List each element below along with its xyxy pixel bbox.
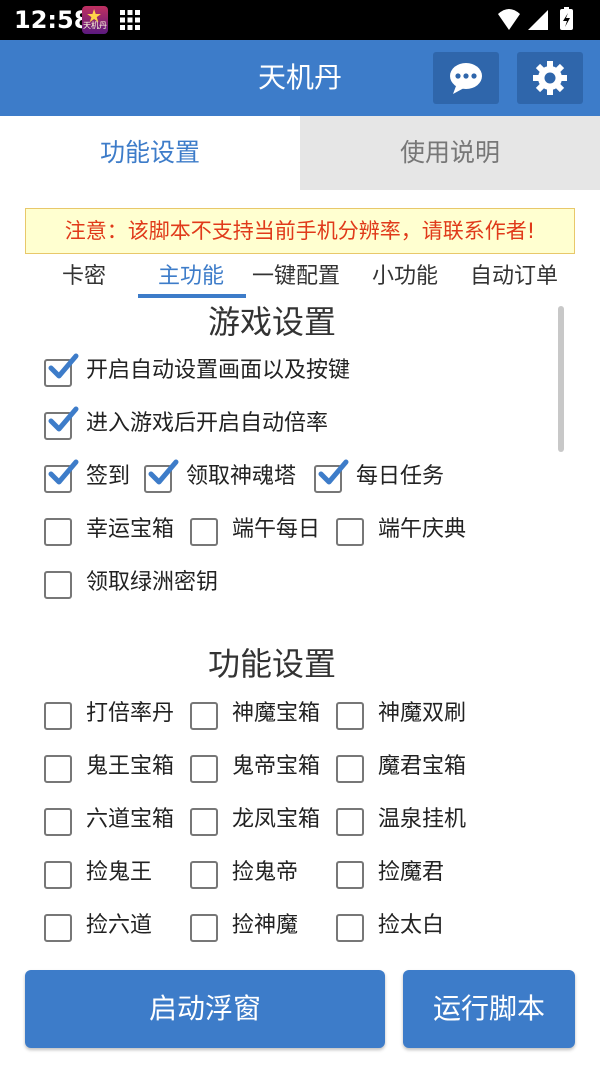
tab-usage-instructions[interactable]: 使用说明: [300, 116, 600, 190]
checkbox-label: 签到: [86, 464, 131, 489]
checkbox-box[interactable]: [336, 518, 364, 546]
checkbox-label: 温泉挂机: [378, 807, 467, 832]
app-bar: 天机丹: [0, 40, 600, 116]
subtab-auto-order[interactable]: 自动订单: [470, 260, 558, 294]
checkbox-box[interactable]: [190, 914, 218, 942]
settings-button[interactable]: [517, 52, 583, 104]
checkbox-label: 进入游戏后开启自动倍率: [86, 411, 329, 436]
subtab-main-function[interactable]: 主功能: [158, 260, 224, 294]
checkbox-label: 鬼王宝箱: [86, 754, 175, 779]
page-title: 天机丹: [257, 61, 342, 94]
status-bar: 12:58 ★ 天机丹: [0, 0, 600, 40]
checkbox-label: 打倍率丹: [86, 701, 175, 726]
subtab-active-indicator: [138, 294, 246, 298]
checkbox-label: 领取绿洲密钥: [86, 570, 219, 595]
checkbox-box[interactable]: [190, 755, 218, 783]
section-title-function-settings: 功能设置: [207, 645, 336, 683]
checkbox-label: 六道宝箱: [86, 807, 175, 832]
checkbox-label: 捡太白: [378, 913, 445, 938]
checkbox-box[interactable]: [190, 808, 218, 836]
checkbox-box[interactable]: [336, 914, 364, 942]
checkbox-box[interactable]: [44, 518, 72, 546]
status-icons: [498, 7, 573, 30]
checkbox-label: 每日任务: [356, 464, 445, 489]
checkbox-label: 魔君宝箱: [378, 754, 467, 779]
sub-tabs: 卡密 主功能 一键配置 小功能 自动订单: [0, 256, 600, 300]
checkbox-box[interactable]: [44, 702, 72, 730]
checkbox-label: 鬼帝宝箱: [232, 754, 321, 779]
checkbox-box[interactable]: [44, 861, 72, 889]
checkbox-box[interactable]: [190, 702, 218, 730]
checkbox-label: 捡鬼王: [86, 860, 153, 885]
checkbox-box[interactable]: [44, 914, 72, 942]
gear-icon: [533, 61, 567, 95]
checkbox-box[interactable]: [336, 861, 364, 889]
scrollbar[interactable]: [558, 306, 564, 452]
section-title-game-settings: 游戏设置: [207, 303, 336, 341]
checkbox-label: 领取神魂塔: [186, 464, 297, 489]
app-notification-icon: ★ 天机丹: [82, 6, 108, 34]
checkbox-box[interactable]: [336, 755, 364, 783]
status-time: 12:58: [14, 6, 91, 34]
checkbox-label: 神魔双刷: [378, 701, 467, 726]
grid-icon: [120, 10, 140, 30]
run-script-button[interactable]: 运行脚本: [403, 970, 575, 1048]
checkbox-label: 神魔宝箱: [232, 701, 321, 726]
checkbox-label: 龙凤宝箱: [232, 807, 321, 832]
subtab-card-key[interactable]: 卡密: [62, 260, 106, 294]
main-tabs: 功能设置 使用说明: [0, 116, 600, 190]
checkbox-box[interactable]: [44, 755, 72, 783]
resolution-warning: 注意：该脚本不支持当前手机分辨率，请联系作者!: [25, 208, 575, 254]
checkbox-label: 端午每日: [232, 517, 321, 542]
checkbox-label: 捡鬼帝: [232, 860, 299, 885]
signal-icon: [528, 10, 548, 30]
chat-bubble-icon: [450, 63, 482, 94]
checkmark-icon: [48, 353, 79, 379]
checkbox-box[interactable]: [336, 808, 364, 836]
checkmark-icon: [48, 459, 79, 485]
tab-function-settings[interactable]: 功能设置: [0, 116, 300, 190]
checkmark-icon: [48, 406, 79, 432]
checkbox-label: 捡六道: [86, 913, 153, 938]
checkbox-box[interactable]: [44, 808, 72, 836]
subtab-one-click-config[interactable]: 一键配置: [252, 260, 340, 294]
checkbox-label: 捡神魔: [232, 913, 299, 938]
checkbox-label: 幸运宝箱: [86, 517, 175, 542]
checkbox-label: 端午庆典: [378, 517, 467, 542]
checkbox-label: 开启自动设置画面以及按键: [86, 358, 351, 383]
checkmark-icon: [148, 459, 179, 485]
checkmark-icon: [318, 459, 349, 485]
checkbox-label: 捡魔君: [378, 860, 445, 885]
chat-button[interactable]: [433, 52, 499, 104]
checkbox-box[interactable]: [190, 861, 218, 889]
checkbox-box[interactable]: [336, 702, 364, 730]
start-float-window-button[interactable]: 启动浮窗: [25, 970, 385, 1048]
checkbox-box[interactable]: [190, 518, 218, 546]
checkbox-box[interactable]: [44, 571, 72, 599]
subtab-small-functions[interactable]: 小功能: [372, 260, 438, 294]
wifi-icon: [498, 9, 520, 30]
